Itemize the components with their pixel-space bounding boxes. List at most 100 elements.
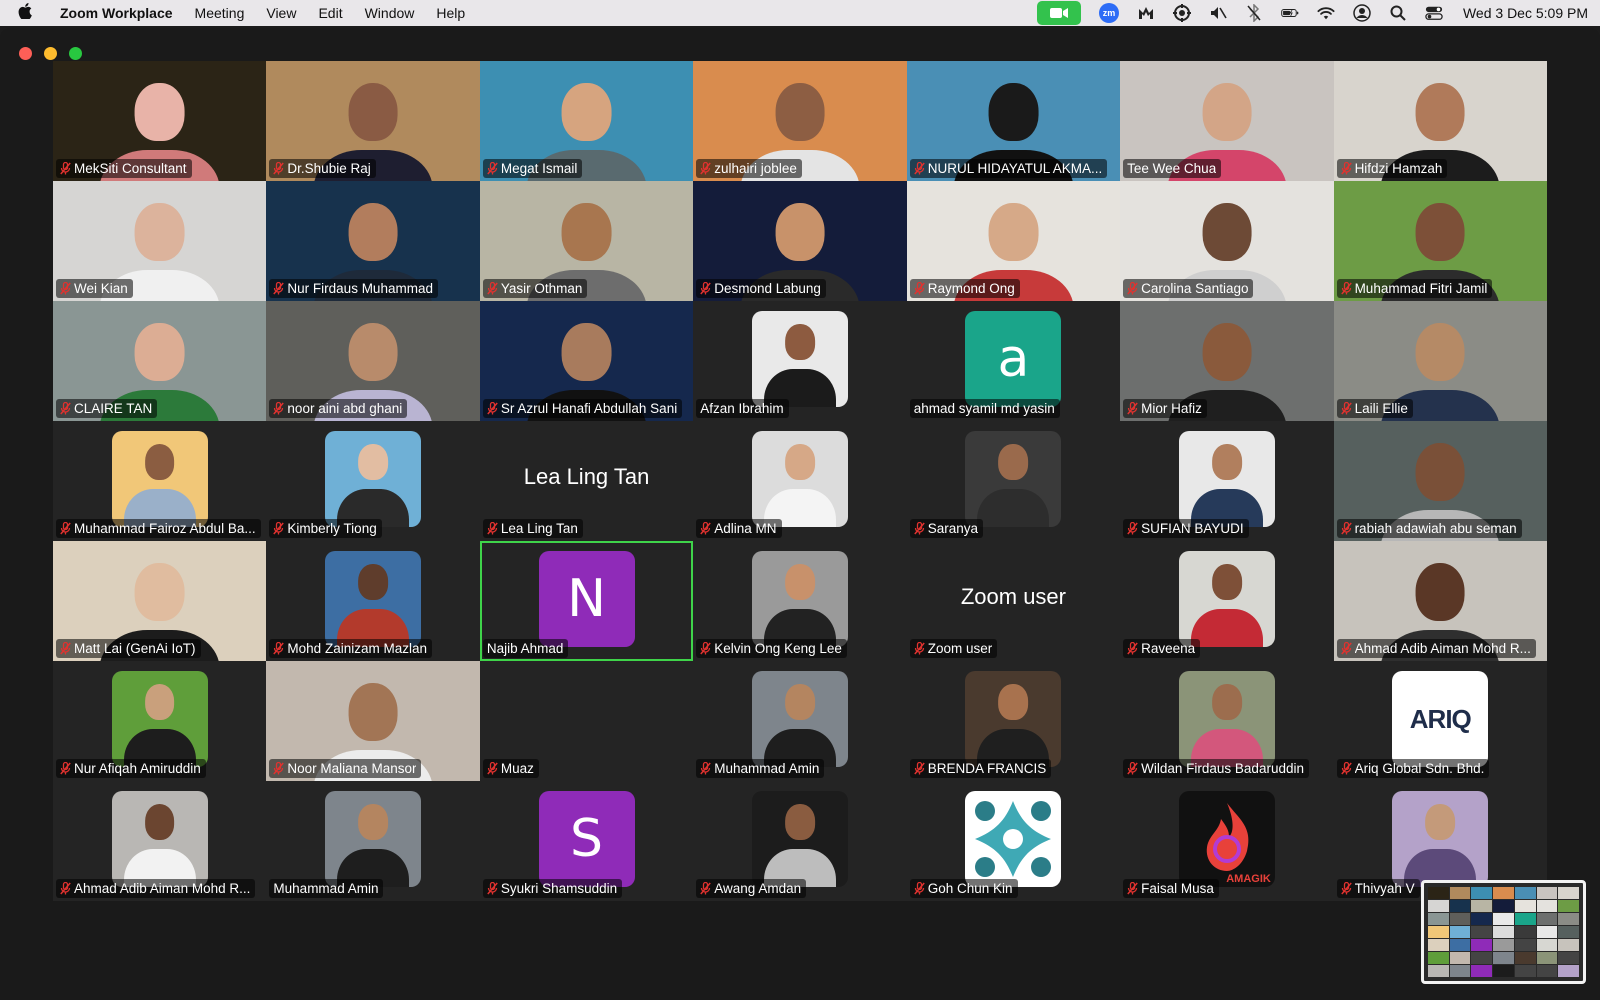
menubar-clock[interactable]: Wed 3 Dec 5:09 PM [1463,5,1588,21]
participant-tile[interactable]: Ahmad Adib Aiman Mohd R... [1333,541,1547,661]
participant-tile[interactable]: MekSiti Consultant [53,61,267,181]
participant-tile[interactable]: Kelvin Ong Keng Lee [693,541,907,661]
participant-tile[interactable]: Megat Ismail [479,61,694,181]
participant-tile[interactable]: ARIQ Ariq Global Sdn. Bhd. [1333,661,1547,781]
letter-avatar: N [538,551,635,647]
menu-meeting[interactable]: Meeting [195,5,245,21]
muted-microphone-icon [487,762,498,775]
participant-tile[interactable]: Nur Firdaus Muhammad [266,181,480,301]
participant-name: Muaz [500,761,534,776]
participant-tile[interactable]: Mior Hafiz [1120,301,1334,421]
participant-tile[interactable]: zulhairi joblee [693,61,907,181]
profile-picture [325,791,422,887]
participant-name: Nur Afiqah Amiruddin [74,761,201,776]
menu-help[interactable]: Help [436,5,465,21]
profile-picture [325,431,422,527]
participant-tile[interactable]: Zoom user Zoom user [906,541,1121,661]
participant-figure [977,684,1050,767]
participant-tile[interactable]: Muaz [479,661,694,781]
participant-tile[interactable]: Desmond Labung [693,181,907,301]
participant-tile[interactable]: Noor Maliana Mansor [266,661,480,781]
participant-tile[interactable]: Carolina Santiago [1120,181,1334,301]
participant-tile[interactable]: Raymond Ong [906,181,1121,301]
participant-tile[interactable]: BRENDA FRANCIS [906,661,1121,781]
profile-picture [751,671,848,767]
logo-text: AMAGIK [1226,873,1271,885]
bluetooth-off-icon[interactable] [1245,4,1263,22]
participant-tile[interactable]: Raveena [1120,541,1334,661]
mini-tile [1493,965,1514,977]
participant-tile[interactable]: Ahmad Adib Aiman Mohd R... [53,781,267,901]
participant-tile[interactable]: Sr Azrul Hanafi Abdullah Sani [479,301,694,421]
participant-name: Goh Chun Kin [927,881,1013,896]
participant-tile[interactable]: Nur Afiqah Amiruddin [53,661,267,781]
participant-tile[interactable]: AMAGIK Faisal Musa [1120,781,1334,901]
menu-view[interactable]: View [266,5,296,21]
participant-tile[interactable]: Laili Ellie [1333,301,1547,421]
app-name-menu[interactable]: Zoom Workplace [60,5,173,21]
user-icon[interactable] [1353,4,1371,22]
muted-microphone-icon [273,642,285,655]
participant-name-label: Goh Chun Kin [909,879,1018,898]
apple-menu-icon[interactable] [18,2,40,24]
close-window-button[interactable] [19,47,32,60]
self-view-thumbnail[interactable] [1421,880,1586,984]
participant-tile[interactable]: Muhammad Fairoz Abdul Ba... [53,421,267,541]
menu-bar: Zoom Workplace Meeting View Edit Window … [0,0,1600,26]
control-center-icon[interactable] [1425,4,1443,22]
participant-tile[interactable]: NURUL HIDAYATUL AKMA... [906,61,1121,181]
participant-tile[interactable]: rabiah adawiah abu seman [1333,421,1547,541]
participant-tile[interactable]: Awang Amdan [693,781,907,901]
participant-tile[interactable]: Hifdzi Hamzah [1333,61,1547,181]
menu-window[interactable]: Window [365,5,415,21]
muted-microphone-icon [60,522,71,535]
muted-microphone-icon [700,282,712,295]
participant-tile[interactable]: Dr.Shubie Raj [266,61,480,181]
search-icon[interactable] [1389,4,1407,22]
participant-tile[interactable]: Lea Ling Tan Lea Ling Tan [479,421,694,541]
participant-tile[interactable]: Mohd Zainizam Mazlan [266,541,480,661]
participant-tile[interactable]: SUFIAN BAYUDI [1120,421,1334,541]
participant-tile[interactable]: CLAIRE TAN [53,301,267,421]
participant-tile[interactable]: Saranya [906,421,1121,541]
participant-tile[interactable]: Tee Wee Chua [1120,61,1334,181]
battery-icon[interactable] [1281,4,1299,22]
participant-name: Adlina MN [714,521,777,536]
participant-tile[interactable]: N Najib Ahmad [479,541,694,661]
wifi-icon[interactable] [1317,4,1335,22]
participant-tile[interactable]: Kimberly Tiong [266,421,480,541]
participant-figure [123,804,196,887]
participant-tile[interactable]: Muhammad Fitri Jamil [1333,181,1547,301]
zoom-zm-icon[interactable]: zm [1098,3,1119,23]
settings-icon[interactable] [1172,4,1191,22]
muted-microphone-icon [273,162,285,175]
participant-tile[interactable]: Wei Kian [53,181,267,301]
participant-tile[interactable]: Muhammad Amin [693,661,907,781]
participant-tile[interactable]: S Syukri Shamsuddin [479,781,694,901]
mute-speaker-icon[interactable] [1209,4,1227,22]
muted-microphone-icon [60,282,71,295]
malwarebytes-icon[interactable] [1137,4,1155,22]
participant-tile[interactable]: Muhammad Amin [266,781,480,901]
participant-tile[interactable]: a ahmad syamil md yasin [906,301,1121,421]
zoom-video-icon[interactable] [1036,1,1081,25]
mini-tile [1471,887,1493,899]
participant-tile[interactable]: Goh Chun Kin [906,781,1121,901]
participant-tile[interactable]: noor aini abd ghani [266,301,480,421]
mini-tile [1493,952,1514,964]
fullscreen-window-button[interactable] [69,47,82,60]
participant-tile[interactable]: Afzan Ibrahim [693,301,907,421]
participant-name: Dr.Shubie Raj [287,161,371,176]
participant-figure [337,444,410,527]
participant-name-label: Carolina Santiago [1123,279,1254,298]
minimize-window-button[interactable] [44,47,57,60]
participant-figure [1190,684,1263,767]
participant-tile[interactable]: Yasir Othman [479,181,694,301]
participant-tile[interactable]: Adlina MN [693,421,907,541]
menu-edit[interactable]: Edit [318,5,342,21]
participant-tile[interactable]: Wildan Firdaus Badaruddin [1120,661,1334,781]
participant-name: ahmad syamil md yasin [913,401,1055,416]
participant-tile[interactable]: Matt Lai (GenAi IoT) [53,541,267,661]
mini-tile [1558,900,1579,912]
mini-tile [1536,965,1558,977]
